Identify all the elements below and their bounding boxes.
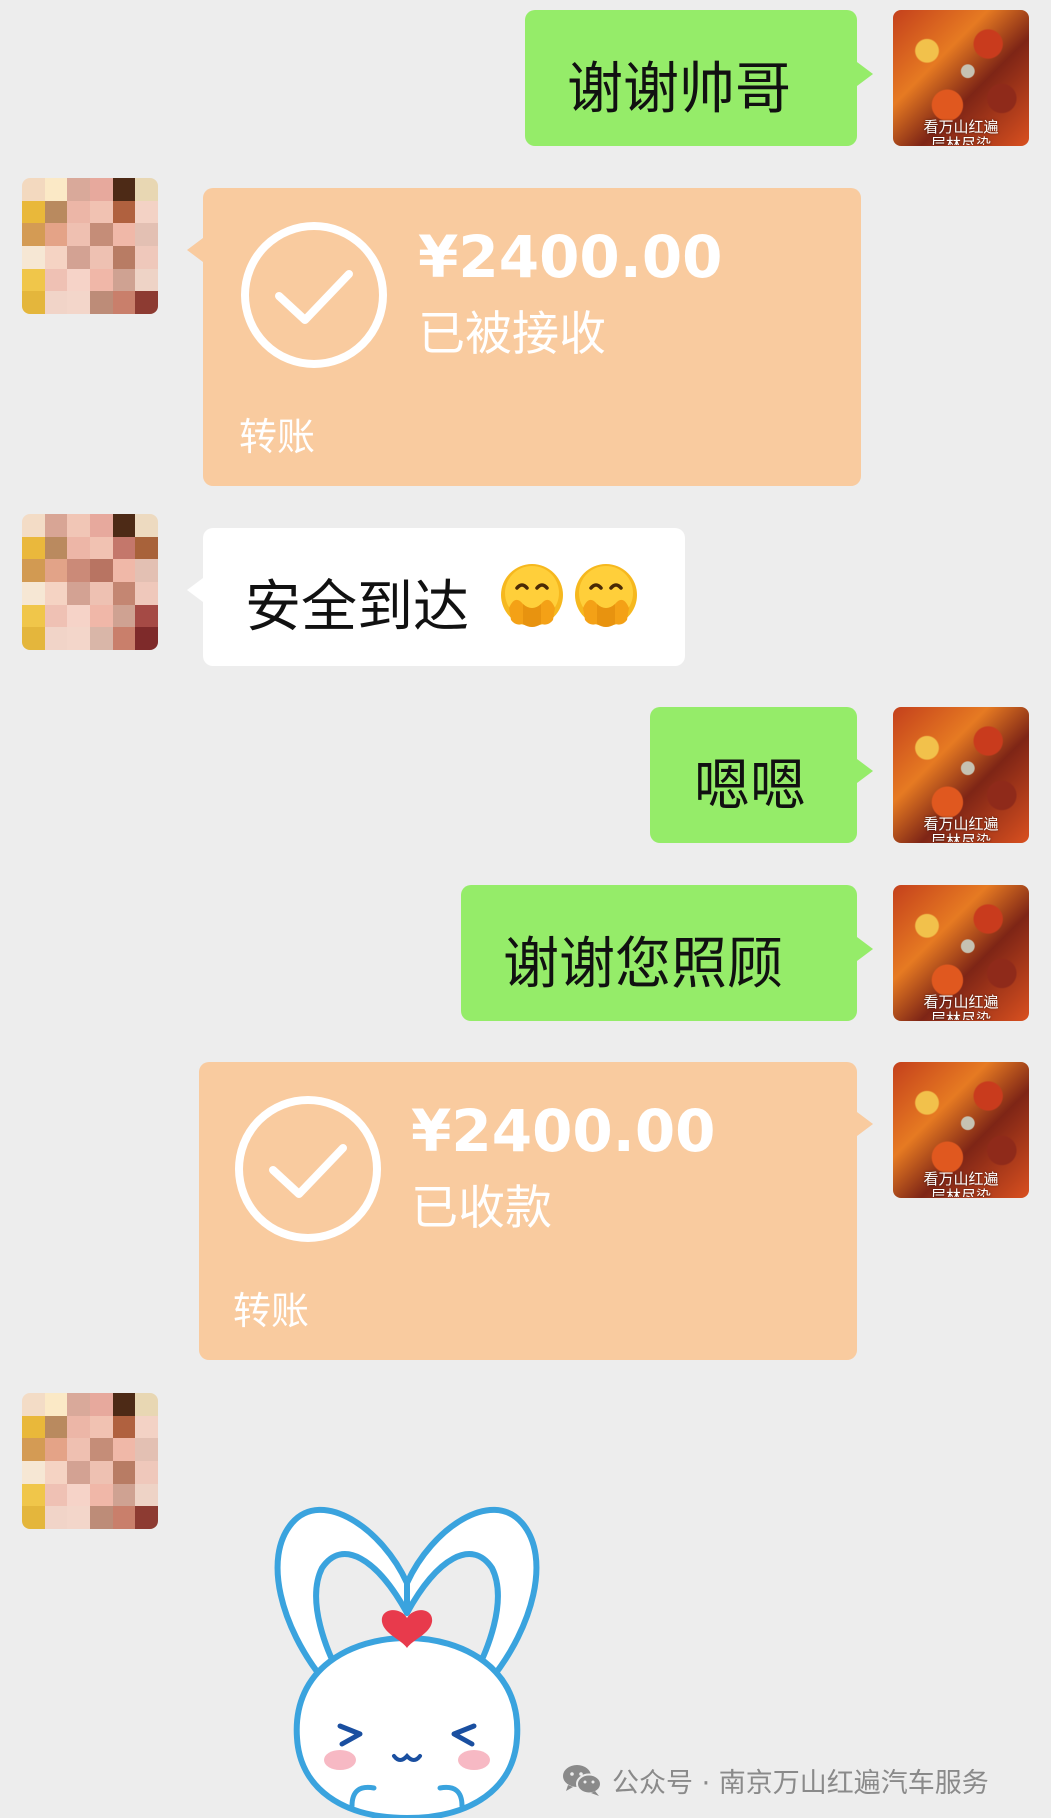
message-text: 嗯嗯	[694, 754, 806, 819]
transfer-card-sent[interactable]: ¥2400.00 已收款 转账	[199, 1062, 873, 1360]
wechat-icon	[563, 1765, 602, 1796]
transfer-type-label: 转账	[239, 415, 316, 459]
message-text: 谢谢帅哥	[567, 57, 791, 122]
my-avatar[interactable]: 看万山红遍 层林尽染	[893, 707, 1029, 843]
transfer-status: 已收款	[411, 1181, 552, 1236]
contact-avatar[interactable]	[22, 514, 158, 650]
avatar-caption: 看万山红遍 层林尽染	[923, 815, 999, 843]
message-bubble-sent[interactable]: 谢谢帅哥	[525, 10, 873, 146]
transfer-amount: ¥2400.00	[411, 1097, 716, 1165]
face-with-hand-over-mouth-emoji	[575, 564, 637, 627]
contact-avatar[interactable]	[22, 178, 158, 314]
check-circle-icon	[241, 222, 387, 368]
avatar-caption: 看万山红遍 层林尽染	[923, 118, 999, 146]
transfer-amount: ¥2400.00	[418, 223, 723, 291]
message-bubble-sent[interactable]: 嗯嗯	[650, 707, 873, 843]
transfer-type-label: 转账	[233, 1289, 310, 1333]
message-text: 安全到达	[245, 575, 469, 640]
message-bubble-sent[interactable]: 谢谢您照顾	[461, 885, 873, 1021]
my-avatar[interactable]: 看万山红遍 层林尽染	[893, 1062, 1029, 1198]
avatar-caption: 看万山红遍 层林尽染	[923, 1170, 999, 1198]
bunny-heart-sticker[interactable]	[262, 1488, 552, 1818]
message-text: 谢谢您照顾	[503, 932, 783, 997]
pixelated-avatar-image	[22, 1393, 158, 1529]
contact-avatar[interactable]	[22, 1393, 158, 1529]
transfer-card-received[interactable]: ¥2400.00 已被接收 转账	[187, 188, 861, 486]
pixelated-avatar-image	[22, 514, 158, 650]
my-avatar[interactable]: 看万山红遍 层林尽染	[893, 885, 1029, 1021]
watermark-text: 公众号 · 南京万山红遍汽车服务	[612, 1767, 989, 1799]
face-with-hand-over-mouth-emoji	[501, 564, 563, 627]
check-circle-icon	[235, 1096, 381, 1242]
my-avatar[interactable]: 看万山红遍 层林尽染	[893, 10, 1029, 146]
message-bubble-received[interactable]: 安全到达	[187, 528, 685, 666]
watermark: 公众号 · 南京万山红遍汽车服务	[562, 1760, 989, 1800]
pixelated-avatar-image	[22, 178, 158, 314]
transfer-status: 已被接收	[418, 307, 606, 362]
avatar-caption: 看万山红遍 层林尽染	[923, 993, 999, 1021]
